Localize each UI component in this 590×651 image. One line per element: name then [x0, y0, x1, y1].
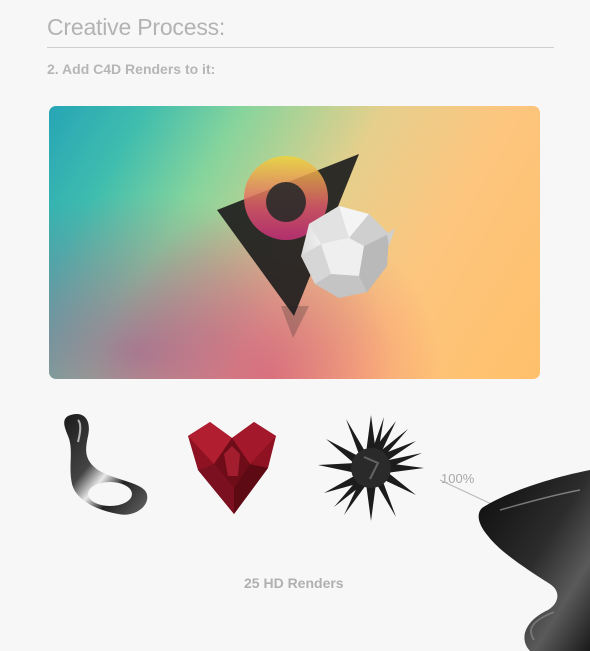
triangle-shadow-shape — [281, 306, 309, 338]
zoomed-render-preview — [439, 470, 590, 651]
renders-count-caption: 25 HD Renders — [244, 575, 344, 591]
chrome-ring-render — [64, 414, 148, 515]
red-origami-heart-render — [188, 422, 276, 514]
step-heading: 2. Add C4D Renders to it: — [47, 61, 216, 77]
page-title: Creative Process: — [47, 14, 226, 40]
hero-artwork — [217, 154, 395, 338]
title-divider — [47, 47, 554, 48]
hero-render-image — [49, 106, 540, 379]
black-spiky-ball-render — [318, 415, 424, 521]
